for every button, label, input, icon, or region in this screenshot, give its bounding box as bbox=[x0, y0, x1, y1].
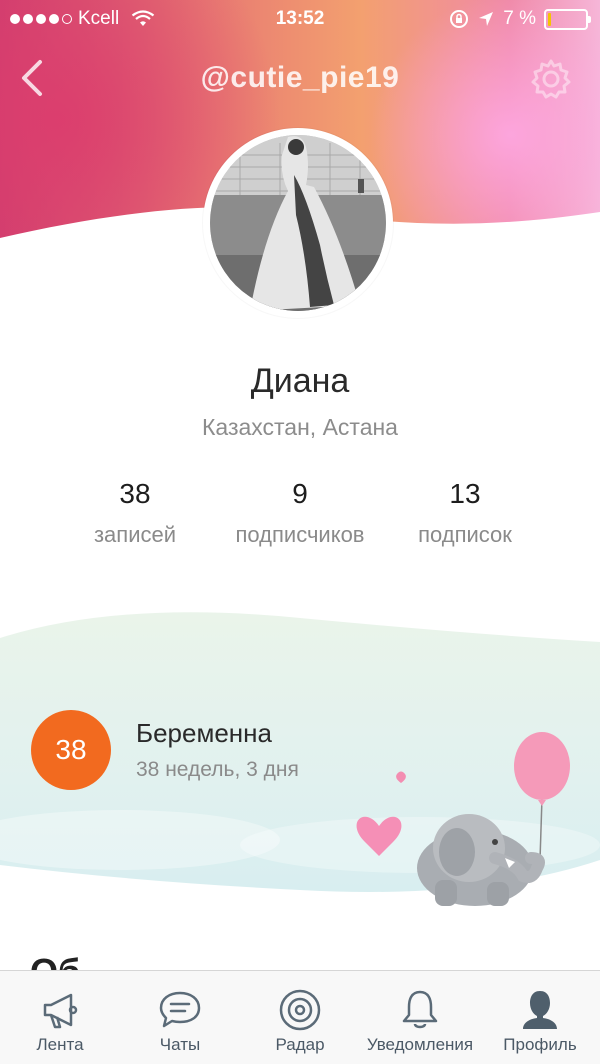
battery-level-fill bbox=[548, 12, 551, 26]
elephant-icon bbox=[417, 814, 545, 906]
profile-stats: 38 записей 9 подписчиков 13 подписок bbox=[0, 478, 600, 558]
stat-following[interactable]: 13 подписок bbox=[400, 478, 530, 548]
pregnancy-week-badge: 38 bbox=[31, 710, 111, 790]
stat-following-label: подписок bbox=[418, 522, 512, 547]
profile-location: Казахстан, Астана bbox=[202, 414, 398, 440]
avatar-photo bbox=[210, 135, 386, 311]
profile-username-title: @cutie_pie19 bbox=[200, 61, 400, 94]
tab-feed-label: Лента bbox=[36, 1035, 84, 1054]
balloon-icon bbox=[514, 732, 570, 800]
pregnancy-duration: 38 недель, 3 дня bbox=[136, 758, 299, 781]
pregnancy-card[interactable]: 38 Беременна 38 недель, 3 дня bbox=[0, 610, 600, 910]
profile-name: Диана bbox=[250, 362, 350, 400]
stat-followers-value: 9 bbox=[292, 478, 308, 509]
status-bar: Kcell 13:52 7 % bbox=[0, 0, 600, 38]
navigation-bar: @cutie_pie19 bbox=[0, 38, 600, 118]
stat-posts-label: записей bbox=[93, 522, 177, 547]
stat-posts-value: 38 bbox=[119, 478, 151, 509]
tab-feed[interactable]: Лента bbox=[0, 971, 120, 1064]
tab-chats-label: Чаты bbox=[159, 1035, 201, 1054]
stat-following-value: 13 bbox=[449, 478, 481, 509]
tab-chats[interactable]: Чаты bbox=[120, 971, 240, 1064]
elephant-balloon-illustration bbox=[356, 732, 570, 906]
chevron-left-icon[interactable] bbox=[14, 56, 54, 100]
chat-bubble-icon bbox=[159, 991, 201, 1028]
heart-icon bbox=[356, 816, 402, 856]
gear-icon[interactable] bbox=[530, 58, 572, 100]
stat-followers[interactable]: 9 подписчиков bbox=[210, 478, 390, 548]
location-arrow-icon bbox=[479, 12, 494, 26]
tab-bar: Лента Чаты Радар Уведомления Профиль bbox=[0, 970, 600, 1064]
wifi-icon bbox=[132, 10, 155, 26]
tab-radar[interactable]: Радар bbox=[240, 971, 360, 1064]
bell-icon bbox=[402, 990, 438, 1029]
person-icon bbox=[523, 991, 557, 1029]
carrier-label: Kcell bbox=[78, 8, 120, 29]
tab-notifications[interactable]: Уведомления bbox=[360, 971, 480, 1064]
stat-posts[interactable]: 38 записей bbox=[70, 478, 200, 548]
megaphone-icon bbox=[43, 993, 78, 1029]
radar-icon bbox=[279, 989, 321, 1031]
pregnancy-status-title: Беременна bbox=[136, 718, 272, 748]
tab-profile[interactable]: Профиль bbox=[480, 971, 600, 1064]
signal-dots-icon bbox=[10, 14, 72, 24]
tab-profile-label: Профиль bbox=[503, 1035, 577, 1054]
tab-radar-label: Радар bbox=[275, 1035, 325, 1054]
tab-notifications-label: Уведомления bbox=[366, 1035, 474, 1054]
avatar[interactable] bbox=[203, 128, 393, 318]
battery-icon bbox=[544, 8, 591, 30]
stat-followers-label: подписчиков bbox=[235, 522, 365, 547]
small-heart-icon bbox=[396, 771, 406, 783]
battery-percent: 7 % bbox=[503, 8, 536, 29]
rotation-lock-icon bbox=[450, 10, 469, 28]
